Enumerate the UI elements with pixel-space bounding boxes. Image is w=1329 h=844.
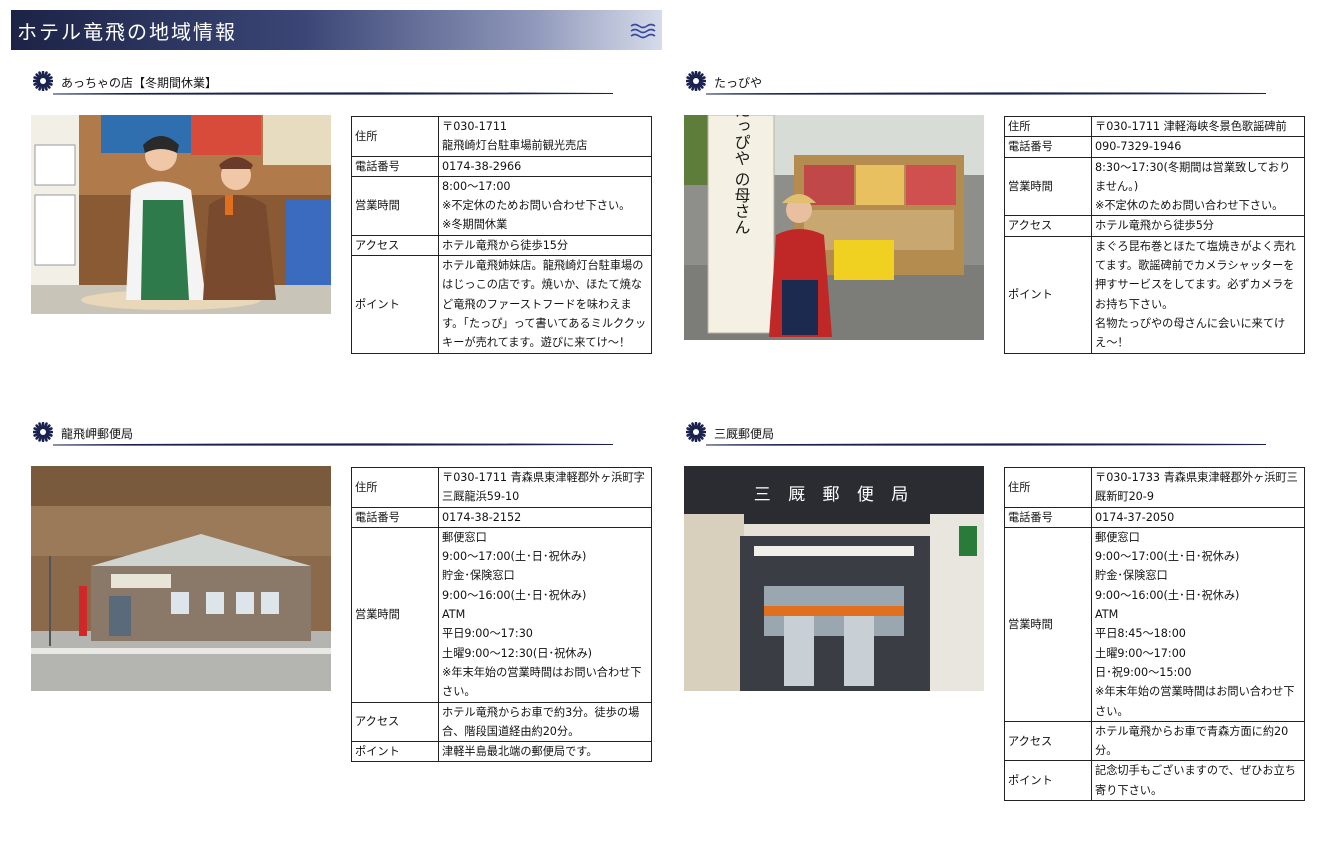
hours-row: 営業時間 郵便窓口 9:00〜17:00(土･日･祝休み) 貯金･保険窓口 9:0…: [351, 526, 652, 703]
brush-divider: [706, 443, 1266, 446]
address-value: 〒030-1733 青森県東津軽郡外ヶ浜町三厩新町20-9: [1091, 467, 1305, 508]
address-value: 〒030-1711 龍飛崎灯台駐車場前観光売店: [438, 116, 652, 157]
access-label: アクセス: [1004, 215, 1092, 237]
address-label: 住所: [1004, 467, 1092, 508]
point-row: ポイント 津軽半島最北端の郵便局です。: [351, 741, 652, 763]
sign-text: 名物 たっぴや の母さん: [732, 115, 751, 235]
access-row: アクセス ホテル竜飛から徒歩5分: [1004, 215, 1305, 237]
info-table-minmaya-post-office: 住所 〒030-1733 青森県東津軽郡外ヶ浜町三厩新町20-9 電話番号 0174…: [1004, 467, 1305, 802]
brush-divider: [53, 443, 613, 446]
hours-value: 郵便窓口 9:00〜17:00(土･日･祝休み) 貯金･保険窓口 9:00〜16…: [1091, 526, 1305, 722]
phone-label: 電話番号: [1004, 136, 1092, 158]
point-value: 津軽半島最北端の郵便局です。: [438, 741, 652, 763]
access-value: ホテル竜飛から徒歩5分: [1091, 215, 1305, 237]
info-table-tappi-post-office: 住所 〒030-1711 青森県東津軽郡外ヶ浜町字三厩龍浜59-10 電話番号 01…: [351, 467, 652, 763]
phone-label: 電話番号: [1004, 506, 1092, 528]
access-label: アクセス: [1004, 720, 1092, 762]
brush-divider: [706, 92, 1266, 95]
wave-icon: [630, 23, 656, 39]
section-title: たっぴや: [714, 76, 763, 90]
point-value: まぐろ昆布巻とほたて塩焼きがよく売れてます。歌謡碑前でカメラシャッターを押すサー…: [1091, 235, 1305, 354]
point-label: ポイント: [351, 741, 439, 763]
section-title: あっちゃの店【冬期間休業】: [61, 76, 218, 90]
access-value: ホテル竜飛から徒歩15分: [438, 234, 652, 257]
section-title: 龍飛岬郵便局: [61, 427, 134, 441]
access-row: アクセス ホテル竜飛からお車で約3分。徒歩の場合、階段国道経由約20分。: [351, 701, 652, 743]
access-row: アクセス ホテル竜飛からお車で青森方面に約20分。: [1004, 720, 1305, 762]
address-value: 〒030-1711 青森県東津軽郡外ヶ浜町字三厩龍浜59-10: [438, 467, 652, 508]
flower-icon: [33, 422, 53, 442]
point-label: ポイント: [1004, 235, 1092, 354]
phone-row: 電話番号 0174-38-2152: [351, 506, 652, 528]
phone-label: 電話番号: [351, 506, 439, 528]
building-sign-text: 三 厩 郵 便 局: [754, 485, 915, 505]
hours-value: 8:30〜17:30(冬期間は営業致しておりません。) ※不定休のためお問い合わ…: [1091, 156, 1305, 217]
section-header-minmaya-post-office: 三厩郵便局: [686, 422, 1266, 448]
hours-label: 営業時間: [1004, 526, 1092, 722]
phone-value: 0174-38-2152: [438, 506, 652, 528]
address-label: 住所: [351, 116, 439, 157]
hours-value: 郵便窓口 9:00〜17:00(土･日･祝休み) 貯金･保険窓口 9:00〜16…: [438, 526, 652, 703]
hours-label: 営業時間: [351, 526, 439, 703]
brush-divider: [53, 92, 613, 95]
flower-icon: [686, 422, 706, 442]
hours-row: 営業時間 8:30〜17:30(冬期間は営業致しておりません。) ※不定休のためお…: [1004, 156, 1305, 217]
tappi-post-office-photo: [31, 466, 331, 691]
address-label: 住所: [1004, 115, 1092, 138]
point-value: 記念切手もございますので、ぜひお立ち寄り下さい。: [1091, 760, 1305, 802]
section-title: 三厩郵便局: [714, 427, 775, 441]
hours-row: 営業時間 8:00〜17:00 ※不定休のためお問い合わせ下さい。 ※冬期間休業: [351, 175, 652, 236]
access-row: アクセス ホテル竜飛から徒歩15分: [351, 234, 652, 257]
point-label: ポイント: [1004, 760, 1092, 802]
phone-row: 電話番号 0174-38-2966: [351, 155, 652, 177]
address-label: 住所: [351, 467, 439, 508]
address-row: 住所 〒030-1711 龍飛崎灯台駐車場前観光売店: [351, 116, 652, 157]
address-row: 住所 〒030-1711 津軽海峡冬景色歌謡碑前: [1004, 115, 1305, 138]
phone-value: 0174-37-2050: [1091, 506, 1305, 528]
access-value: ホテル竜飛からお車で青森方面に約20分。: [1091, 720, 1305, 762]
section-header-tappi-post-office: 龍飛岬郵便局: [33, 422, 613, 448]
flower-icon: [686, 71, 706, 91]
hours-row: 営業時間 郵便窓口 9:00〜17:00(土･日･祝休み) 貯金･保険窓口 9:0…: [1004, 526, 1305, 722]
info-table-tappiya: 住所 〒030-1711 津軽海峡冬景色歌謡碑前 電話番号 090-7329-194…: [1004, 115, 1305, 354]
minmaya-post-office-photo: 三 厩 郵 便 局: [684, 466, 984, 691]
point-value: ホテル竜飛姉妹店。龍飛崎灯台駐車場のはじっこの店です。焼いか、ほたて焼など竜飛の…: [438, 255, 652, 354]
point-label: ポイント: [351, 255, 439, 354]
hours-value: 8:00〜17:00 ※不定休のためお問い合わせ下さい。 ※冬期間休業: [438, 175, 652, 236]
shop-staff-photo: [31, 115, 331, 314]
phone-row: 電話番号 090-7329-1946: [1004, 136, 1305, 158]
phone-value: 090-7329-1946: [1091, 136, 1305, 158]
section-header-acchaya: あっちゃの店【冬期間休業】: [33, 71, 613, 97]
page-title: ホテル竜飛の地域情報: [17, 20, 237, 44]
phone-value: 0174-38-2966: [438, 155, 652, 177]
point-row: ポイント 記念切手もございますので、ぜひお立ち寄り下さい。: [1004, 760, 1305, 802]
hours-label: 営業時間: [351, 175, 439, 236]
page-banner: ホテル竜飛の地域情報: [11, 10, 662, 50]
section-header-tappiya: たっぴや: [686, 71, 1266, 97]
tappiya-stall-photo: 名物 たっぴや の母さん: [684, 115, 984, 340]
info-table-acchaya: 住所 〒030-1711 龍飛崎灯台駐車場前観光売店 電話番号 0174-38-29…: [351, 116, 652, 354]
access-value: ホテル竜飛からお車で約3分。徒歩の場合、階段国道経由約20分。: [438, 701, 652, 743]
access-label: アクセス: [351, 234, 439, 257]
address-value: 〒030-1711 津軽海峡冬景色歌謡碑前: [1091, 115, 1305, 138]
address-row: 住所 〒030-1711 青森県東津軽郡外ヶ浜町字三厩龍浜59-10: [351, 467, 652, 508]
phone-label: 電話番号: [351, 155, 439, 177]
phone-row: 電話番号 0174-37-2050: [1004, 506, 1305, 528]
point-row: ポイント ホテル竜飛姉妹店。龍飛崎灯台駐車場のはじっこの店です。焼いか、ほたて焼な…: [351, 255, 652, 354]
access-label: アクセス: [351, 701, 439, 743]
flower-icon: [33, 71, 53, 91]
address-row: 住所 〒030-1733 青森県東津軽郡外ヶ浜町三厩新町20-9: [1004, 467, 1305, 508]
hours-label: 営業時間: [1004, 156, 1092, 217]
point-row: ポイント まぐろ昆布巻とほたて塩焼きがよく売れてます。歌謡碑前でカメラシャッターを…: [1004, 235, 1305, 354]
